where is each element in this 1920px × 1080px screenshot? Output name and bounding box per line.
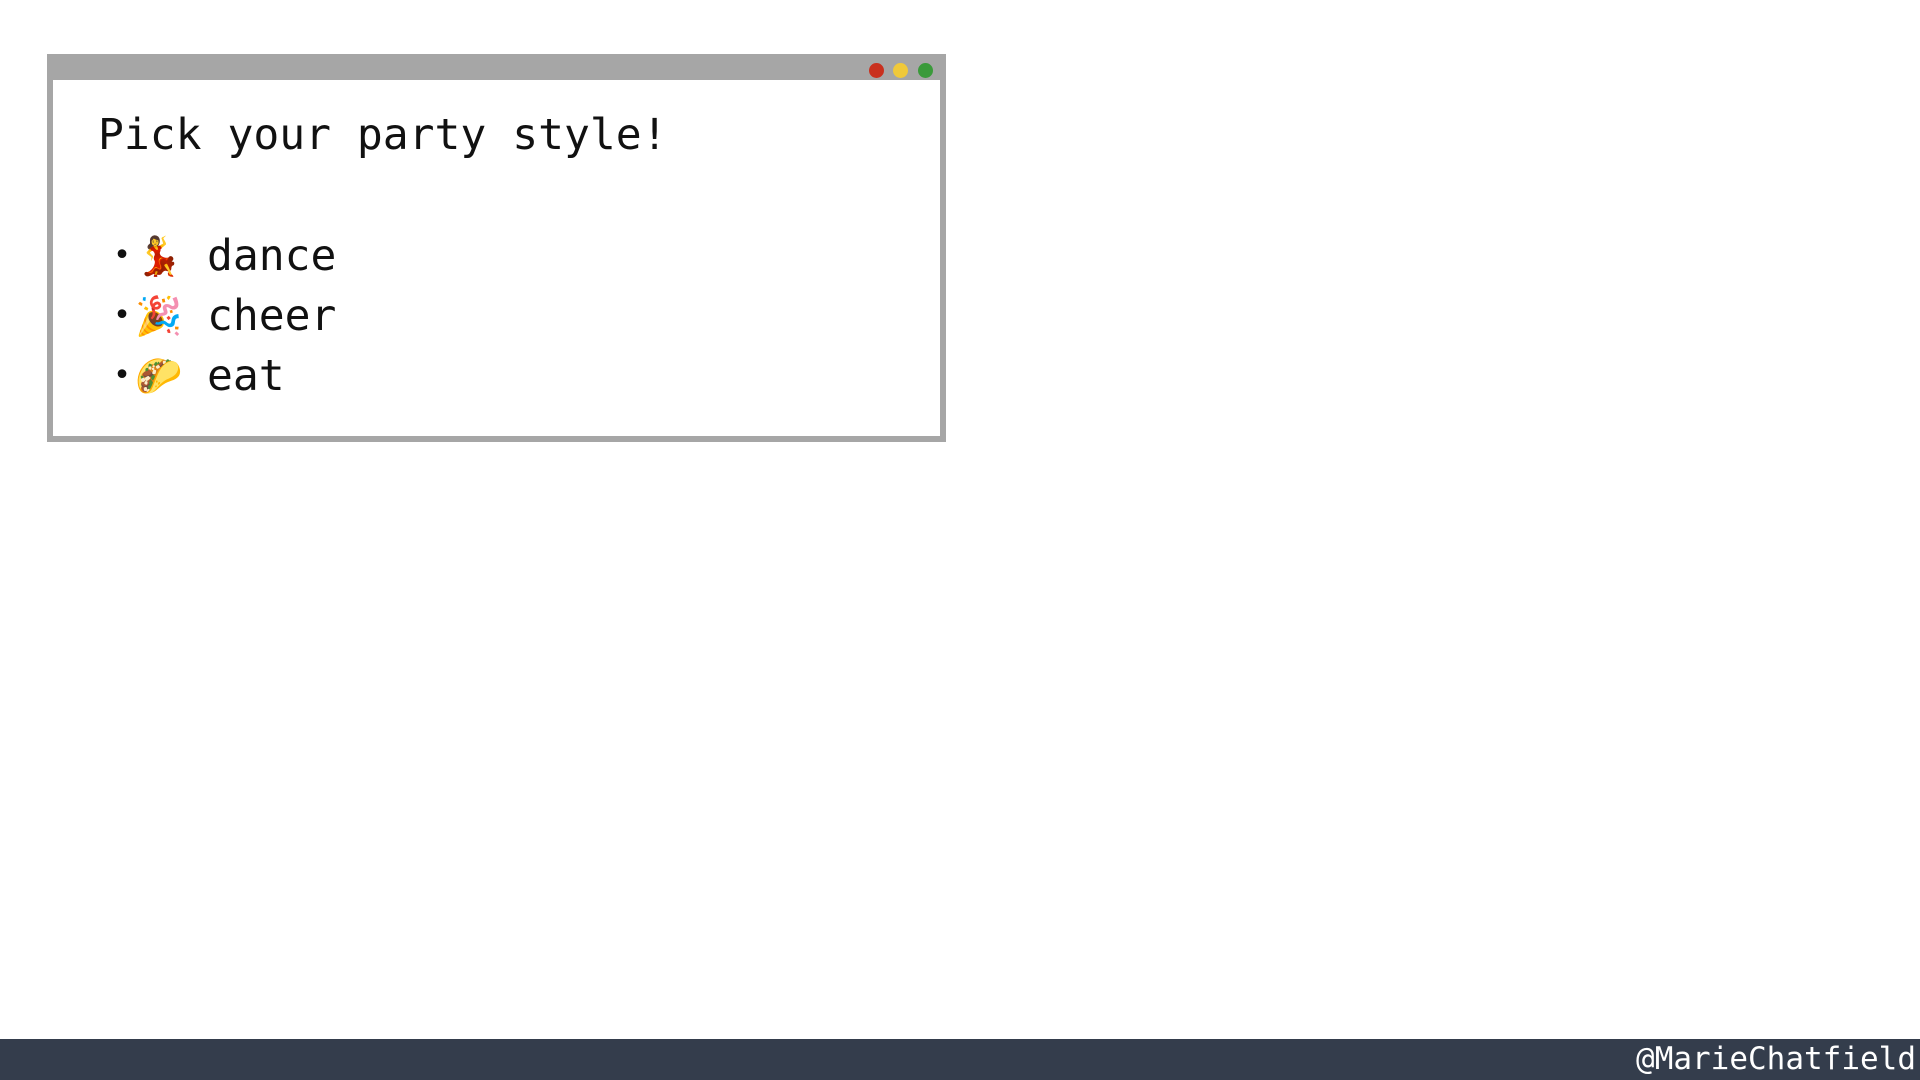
window-titlebar xyxy=(53,60,940,80)
bullet-marker: • xyxy=(113,298,132,333)
bullet-marker: • xyxy=(113,238,132,273)
app-window: Pick your party style! • 💃 dance • 🎉 che… xyxy=(47,54,946,442)
slide: Pick your party style! • 💃 dance • 🎉 che… xyxy=(0,0,1920,1080)
window-maximize-button[interactable] xyxy=(918,63,933,78)
party-popper-icon: 🎉 xyxy=(135,294,183,338)
list-item-dance: • 💃 dance xyxy=(113,226,336,286)
list-item-eat: • 🌮 eat xyxy=(113,346,336,406)
author-handle: @MarieChatfield xyxy=(1636,1041,1916,1077)
window-minimize-button[interactable] xyxy=(893,63,908,78)
window-close-button[interactable] xyxy=(869,63,884,78)
bullet-marker: • xyxy=(113,358,132,393)
flamenco-dancer-icon: 💃 xyxy=(135,234,183,278)
party-style-list: • 💃 dance • 🎉 cheer • 🌮 eat xyxy=(113,226,336,406)
list-item-cheer: • 🎉 cheer xyxy=(113,286,336,346)
page-title: Pick your party style! xyxy=(98,110,668,160)
option-label-dance: dance xyxy=(207,231,337,281)
footer-bar: @MarieChatfield xyxy=(0,1039,1920,1080)
window-content: Pick your party style! • 💃 dance • 🎉 che… xyxy=(53,80,940,436)
option-label-cheer: cheer xyxy=(207,291,337,341)
taco-icon: 🌮 xyxy=(135,354,183,398)
option-label-eat: eat xyxy=(207,351,285,401)
